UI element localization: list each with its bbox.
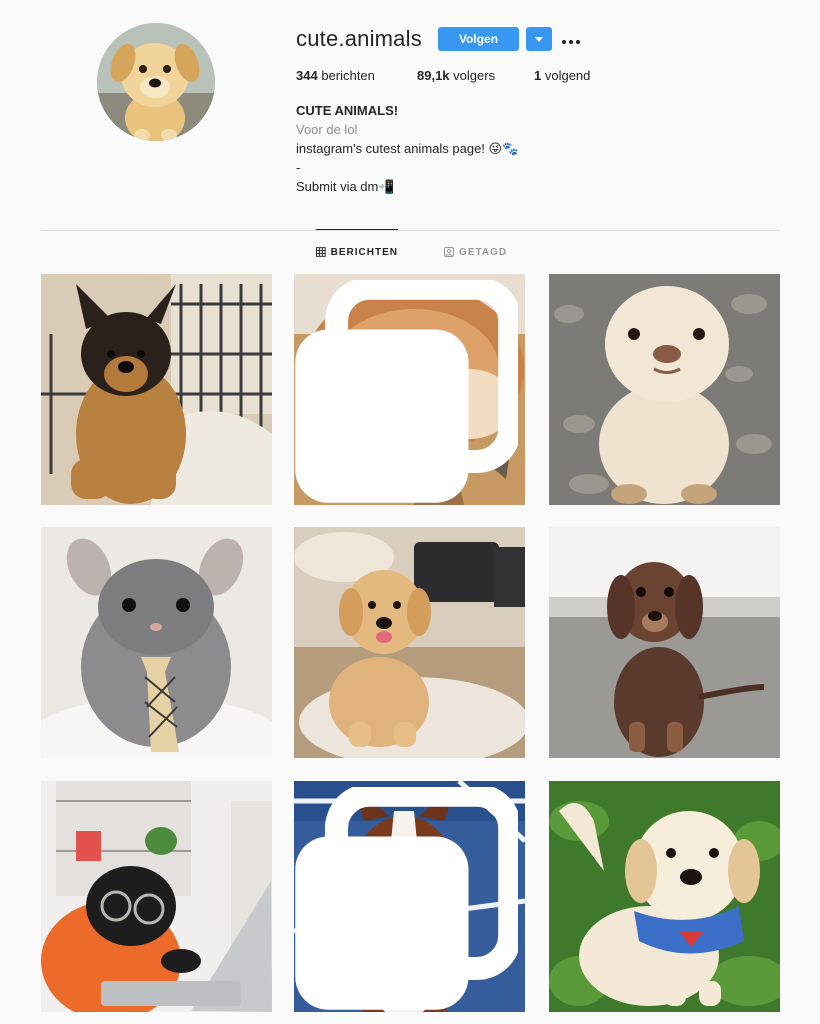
more-options-button[interactable] bbox=[558, 27, 584, 51]
follow-options-button[interactable] bbox=[526, 27, 552, 51]
multiple-posts-icon bbox=[295, 280, 518, 503]
follow-button[interactable]: Volgen bbox=[438, 27, 519, 51]
followers-count: 89,1k bbox=[417, 68, 450, 83]
posts-count: 344 bbox=[296, 68, 318, 83]
tab-posts-label: BERICHTEN bbox=[330, 246, 398, 258]
more-options-icon bbox=[562, 39, 580, 44]
post-fluffy-chow-puppy[interactable] bbox=[294, 274, 525, 505]
posts-label: berichten bbox=[317, 68, 375, 83]
chinchilla-with-tie-image bbox=[41, 527, 272, 758]
post-chinchilla-with-tie[interactable] bbox=[41, 527, 272, 758]
grid-icon bbox=[316, 247, 326, 257]
profile-username: cute.animals bbox=[296, 26, 422, 51]
german-shepherd-puppy-image bbox=[41, 274, 272, 505]
profile-page: cute.animals Volgen 344 berichten 89,1k … bbox=[0, 0, 820, 1024]
pug-in-hoodie-image bbox=[41, 781, 272, 1012]
followers-stat[interactable]: 89,1k volgers bbox=[417, 68, 495, 84]
post-australian-shepherd[interactable] bbox=[294, 781, 525, 1012]
tab-tagged[interactable]: GETAGD bbox=[444, 230, 507, 274]
profile-bio: CUTE ANIMALS! Voor de lol instagram's cu… bbox=[296, 101, 518, 196]
post-golden-retriever-puppy[interactable] bbox=[294, 527, 525, 758]
followers-label: volgers bbox=[449, 68, 496, 83]
bio-line-3: Submit via dm📲 bbox=[296, 179, 395, 194]
tabs-divider bbox=[41, 230, 780, 231]
tab-posts[interactable]: BERICHTEN bbox=[316, 229, 398, 274]
following-stat[interactable]: 1 volgend bbox=[534, 68, 590, 84]
bio-line-2: - bbox=[296, 160, 301, 175]
post-dachshund-puppy[interactable] bbox=[549, 527, 780, 758]
golden-retriever-puppy-image bbox=[294, 527, 525, 758]
post-baby-seal[interactable] bbox=[549, 274, 780, 505]
dachshund-puppy-image bbox=[549, 527, 780, 758]
following-label: volgend bbox=[541, 68, 591, 83]
caret-down-icon bbox=[535, 36, 543, 42]
multiple-posts-icon bbox=[295, 787, 518, 1010]
tab-tagged-label: GETAGD bbox=[459, 246, 508, 258]
bio-line-1: instagram's cutest animals page! 😜🐾 bbox=[296, 141, 519, 156]
post-german-shepherd-puppy[interactable] bbox=[41, 274, 272, 505]
baby-seal-image bbox=[549, 274, 780, 505]
post-pug-in-hoodie[interactable] bbox=[41, 781, 272, 1012]
post-golden-puppy-superman-harness[interactable] bbox=[549, 781, 780, 1012]
profile-category: Voor de lol bbox=[296, 122, 358, 137]
golden-puppy-superman-harness-image bbox=[549, 781, 780, 1012]
posts-count-stat: 344 berichten bbox=[296, 68, 375, 84]
profile-avatar[interactable] bbox=[97, 23, 215, 141]
tag-icon bbox=[444, 247, 454, 257]
profile-full-name: CUTE ANIMALS! bbox=[296, 103, 399, 118]
puppy-avatar-image bbox=[97, 23, 215, 141]
